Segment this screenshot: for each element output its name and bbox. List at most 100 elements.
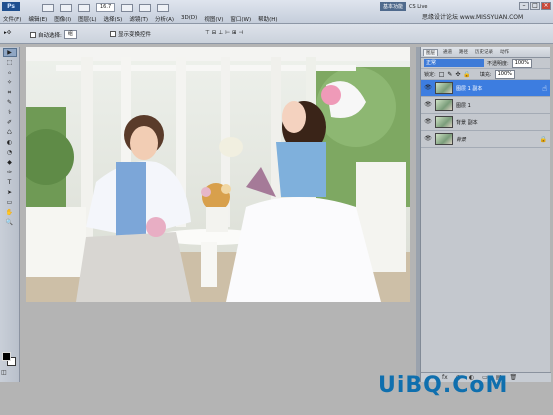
tab-layers[interactable]: 图层	[423, 48, 438, 56]
lock-row: 锁定: □ ✎ ✣ 🔒 填充: 100%	[421, 69, 550, 80]
layer-thumbnail	[435, 99, 453, 111]
align-left-icon[interactable]: ⊢	[225, 30, 230, 36]
arrange-documents-icon[interactable]	[139, 3, 152, 12]
photo-image	[26, 47, 410, 302]
pen-tool[interactable]: ✑	[3, 168, 17, 177]
auto-select-dropdown[interactable]: 组	[63, 30, 77, 39]
brush-tool[interactable]: ✐	[3, 118, 17, 127]
menu-help[interactable]: 帮助(H)	[258, 15, 277, 23]
fill-input[interactable]: 100%	[494, 69, 515, 79]
layer-row[interactable]: 👁 图层 1 副本 ☝	[421, 80, 550, 97]
lock-label: 锁定:	[424, 71, 436, 78]
layers-panel-tabs: 图层 通道 路径 历史记录 动作	[421, 47, 550, 58]
opacity-label: 不透明度:	[487, 60, 509, 67]
layer-name: 图层 1	[456, 102, 471, 109]
marquee-tool[interactable]: ⬚	[3, 58, 17, 67]
hand-tool[interactable]: ✋	[3, 208, 17, 217]
path-selection-tool[interactable]: ➤	[3, 188, 17, 197]
bridge-icon[interactable]	[42, 3, 54, 12]
type-tool[interactable]: T	[3, 178, 17, 187]
layer-thumbnail	[435, 116, 453, 128]
show-transform-checkbox[interactable]	[110, 31, 116, 37]
align-top-icon[interactable]: ⊤	[205, 30, 210, 36]
layer-row[interactable]: 👁 背景 副本	[421, 114, 550, 131]
eraser-tool[interactable]: ◔	[3, 148, 17, 157]
layer-row[interactable]: 👁 背景 🔒	[421, 131, 550, 148]
cs-live-button[interactable]: CS Live	[409, 4, 427, 10]
align-right-icon[interactable]: ⊣	[239, 30, 244, 36]
menu-image[interactable]: 图像(I)	[54, 15, 71, 23]
align-hcenter-icon[interactable]: ⊞	[232, 30, 237, 36]
menu-analysis[interactable]: 分析(A)	[155, 15, 174, 23]
application-bar: 16.7	[42, 3, 170, 12]
document-canvas[interactable]	[26, 47, 410, 302]
menu-bar: Ps 16.7 文件(F) 编辑(E) 图像(I) 图层(L) 选择(S) 滤镜…	[0, 0, 553, 24]
zoom-level[interactable]: 16.7	[96, 3, 116, 12]
menu-edit[interactable]: 编辑(E)	[28, 15, 47, 23]
window-controls: – □ ×	[519, 2, 551, 10]
history-brush-tool[interactable]: ◐	[3, 138, 17, 147]
hand-tool-icon[interactable]	[121, 3, 134, 12]
blend-row: 正常 不透明度: 100%	[421, 58, 550, 69]
lock-transparent-icon[interactable]: □	[439, 71, 445, 78]
options-bar: ▸✣ 自动选择: 组 显示变换控件 ⊤ ⊟ ⊥ ⊢ ⊞ ⊣	[0, 24, 553, 44]
minibridge-icon[interactable]	[60, 3, 72, 12]
delete-layer-icon[interactable]: 🗑	[510, 374, 518, 381]
move-tool-icon: ▸✣	[4, 30, 12, 36]
healing-brush-tool[interactable]: ⚕	[3, 108, 17, 117]
view-extras-icon[interactable]	[78, 3, 90, 12]
visibility-eye-icon[interactable]: 👁	[424, 101, 432, 109]
tab-paths[interactable]: 路径	[457, 49, 470, 55]
eyedropper-tool[interactable]: ✎	[3, 98, 17, 107]
photoshop-logo: Ps	[2, 2, 20, 11]
quick-mask-icon[interactable]: ◫	[1, 369, 7, 376]
hand-cursor-icon: ☝	[542, 83, 547, 93]
opacity-input[interactable]: 100%	[511, 58, 532, 68]
workspace-switcher: 基本功能 CS Live	[380, 2, 427, 11]
gradient-tool[interactable]: ◆	[3, 158, 17, 167]
screen-mode-icon[interactable]	[157, 3, 170, 12]
menu-3d[interactable]: 3D(D)	[181, 15, 197, 23]
crop-tool[interactable]: ⌗	[3, 88, 17, 97]
quick-selection-tool[interactable]: ✧	[3, 78, 17, 87]
tab-channels[interactable]: 通道	[441, 49, 454, 55]
visibility-eye-icon[interactable]: 👁	[424, 135, 432, 143]
close-icon[interactable]: ×	[541, 2, 551, 10]
foreground-color-swatch[interactable]	[2, 352, 11, 361]
clone-stamp-tool[interactable]: ♺	[3, 128, 17, 137]
auto-select-label: 自动选择:	[38, 32, 62, 39]
menu-view[interactable]: 视图(V)	[204, 15, 223, 23]
align-bottom-icon[interactable]: ⊥	[218, 30, 223, 36]
lasso-tool[interactable]: ℴ	[3, 68, 17, 77]
workspace-button[interactable]: 基本功能	[380, 2, 407, 11]
lock-move-icon[interactable]: ✣	[455, 71, 460, 78]
tab-history[interactable]: 历史记录	[473, 49, 495, 55]
move-tool[interactable]: ▶	[2, 48, 17, 57]
show-transform-option[interactable]: 显示变换控件	[110, 30, 151, 38]
auto-select-checkbox[interactable]	[30, 31, 36, 38]
layer-name: 背景 副本	[456, 119, 478, 126]
layer-name: 图层 1 副本	[456, 85, 483, 92]
menu-layer[interactable]: 图层(L)	[78, 15, 96, 23]
minimize-icon[interactable]: –	[519, 2, 529, 10]
maximize-icon[interactable]: □	[530, 2, 540, 10]
blend-mode-dropdown[interactable]: 正常	[424, 59, 484, 67]
lock-all-icon[interactable]: 🔒	[463, 71, 470, 78]
layer-name: 背景	[456, 136, 467, 143]
visibility-eye-icon[interactable]: 👁	[424, 118, 432, 126]
tab-actions[interactable]: 动作	[498, 49, 511, 55]
visibility-eye-icon[interactable]: 👁	[424, 84, 432, 92]
layer-row[interactable]: 👁 图层 1	[421, 97, 550, 114]
tool-preset-picker[interactable]: ▸✣	[4, 30, 11, 36]
menu-file[interactable]: 文件(F)	[3, 15, 21, 23]
layer-lock-icon: 🔒	[539, 135, 547, 143]
shape-tool[interactable]: ▭	[3, 198, 17, 207]
zoom-tool[interactable]: 🔍	[3, 218, 17, 227]
menu-select[interactable]: 选择(S)	[104, 15, 123, 23]
main-menu: 文件(F) 编辑(E) 图像(I) 图层(L) 选择(S) 滤镜(T) 分析(A…	[3, 15, 278, 23]
menu-window[interactable]: 窗口(W)	[230, 15, 251, 23]
align-vcenter-icon[interactable]: ⊟	[212, 30, 217, 36]
menu-filter[interactable]: 滤镜(T)	[129, 15, 148, 23]
lock-paint-icon[interactable]: ✎	[447, 71, 452, 78]
auto-select-option[interactable]: 自动选择: 组	[30, 30, 77, 39]
